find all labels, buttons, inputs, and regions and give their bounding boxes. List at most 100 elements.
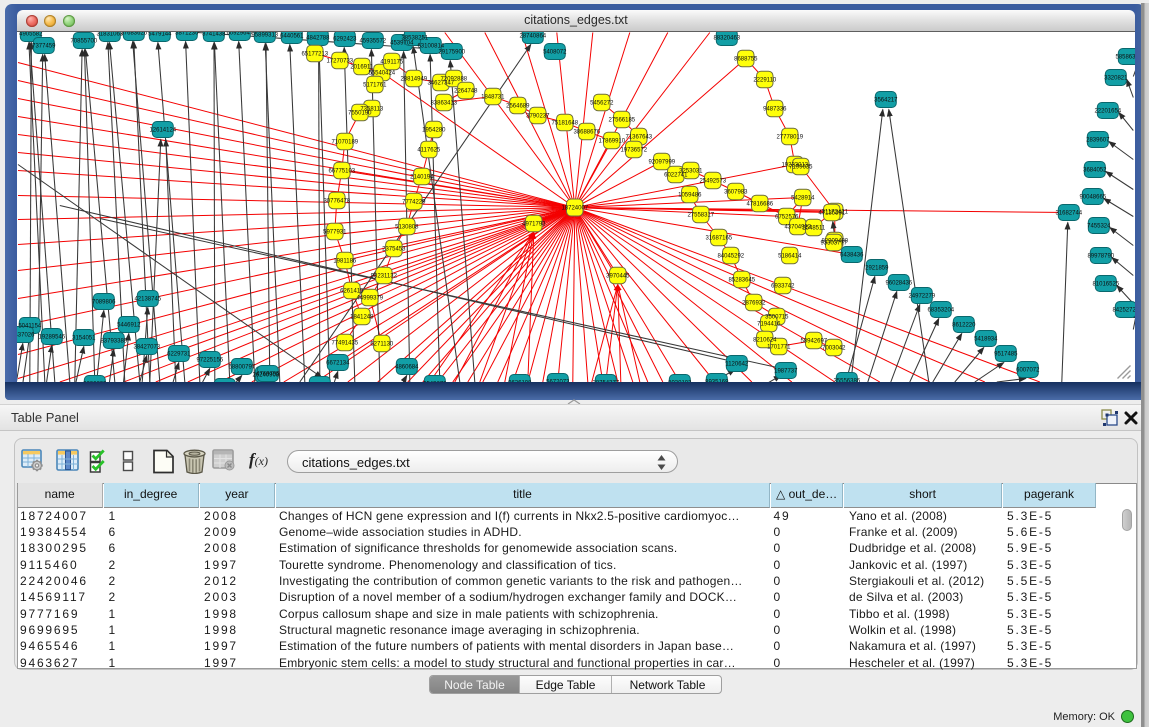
svg-text:7774229: 7774229 <box>402 199 426 205</box>
svg-text:2375453: 2375453 <box>382 246 406 252</box>
svg-text:47816686: 47816686 <box>747 201 774 207</box>
svg-text:55540424: 55540424 <box>369 70 396 76</box>
svg-text:30776478: 30776478 <box>324 198 351 204</box>
svg-text:2140194: 2140194 <box>410 174 434 180</box>
svg-text:9626108: 9626108 <box>508 380 532 382</box>
svg-text:66775103: 66775103 <box>329 168 356 174</box>
svg-text:4191175: 4191175 <box>381 59 405 65</box>
svg-text:3790237: 3790237 <box>526 113 550 119</box>
svg-text:5041154: 5041154 <box>19 323 43 329</box>
svg-text:3607983: 3607983 <box>724 189 748 195</box>
svg-text:7455324: 7455324 <box>1087 223 1111 229</box>
svg-text:3320821: 3320821 <box>1104 75 1128 81</box>
svg-text:5186414: 5186414 <box>778 253 802 259</box>
svg-text:90048665: 90048665 <box>1080 194 1107 200</box>
svg-text:42138745: 42138745 <box>135 296 162 302</box>
svg-text:17869910: 17869910 <box>599 138 626 144</box>
svg-text:1120642: 1120642 <box>726 361 750 367</box>
svg-text:8612220: 8612220 <box>952 322 976 328</box>
svg-text:68353204: 68353204 <box>928 307 955 313</box>
svg-text:2564689: 2564689 <box>506 103 530 109</box>
svg-text:1987737: 1987737 <box>774 368 798 374</box>
svg-text:6752576: 6752576 <box>775 214 799 220</box>
svg-text:1701771: 1701771 <box>767 344 791 350</box>
svg-text:81016525: 81016525 <box>1093 281 1120 287</box>
svg-text:7199635: 7199635 <box>789 164 813 170</box>
svg-text:27566185: 27566185 <box>609 117 636 123</box>
svg-text:28740864: 28740864 <box>520 33 547 39</box>
svg-text:38688676: 38688676 <box>574 129 601 135</box>
svg-text:12614124: 12614124 <box>150 127 177 133</box>
svg-text:5130808: 5130808 <box>395 224 419 230</box>
svg-text:1059486: 1059486 <box>678 192 702 198</box>
svg-text:4117625: 4117625 <box>418 147 442 153</box>
svg-text:31682744: 31682744 <box>1056 210 1083 216</box>
svg-text:1954280: 1954280 <box>422 127 446 133</box>
svg-text:45935572: 45935572 <box>360 38 387 44</box>
svg-text:22201654: 22201654 <box>1095 108 1122 114</box>
svg-text:4905582: 4905582 <box>19 32 43 38</box>
svg-text:27558317: 27558317 <box>688 212 715 218</box>
svg-text:6007072: 6007072 <box>1016 367 1040 373</box>
svg-text:28814949: 28814949 <box>401 76 428 82</box>
svg-text:9487336: 9487336 <box>763 106 787 112</box>
svg-text:5418934: 5418934 <box>974 336 998 342</box>
svg-text:2626229: 2626229 <box>83 381 107 382</box>
svg-text:65177213: 65177213 <box>302 51 329 57</box>
svg-text:85283645: 85283645 <box>729 277 756 283</box>
svg-text:2437026: 2437026 <box>17 332 35 338</box>
svg-text:57683626: 57683626 <box>121 32 148 37</box>
svg-text:19736572: 19736572 <box>621 147 648 153</box>
svg-text:97225156: 97225156 <box>197 357 224 363</box>
svg-text:6438436: 6438436 <box>840 252 864 258</box>
svg-text:60929647: 60929647 <box>227 32 254 37</box>
svg-text:6271130: 6271130 <box>371 341 395 347</box>
svg-text:6292423: 6292423 <box>333 36 357 42</box>
svg-text:2921859: 2921859 <box>865 265 889 271</box>
svg-text:77491435: 77491435 <box>332 340 359 346</box>
svg-text:7550190: 7550190 <box>348 110 372 116</box>
svg-text:7194416: 7194416 <box>757 321 781 327</box>
svg-text:8935169: 8935169 <box>705 379 729 382</box>
svg-text:6933742: 6933742 <box>771 283 795 289</box>
svg-text:92097999: 92097999 <box>649 159 676 165</box>
svg-text:5408072: 5408072 <box>543 49 567 55</box>
svg-text:3970445: 3970445 <box>606 273 630 279</box>
svg-text:71070189: 71070189 <box>332 139 359 145</box>
svg-text:19289546: 19289546 <box>39 334 66 340</box>
svg-text:3253031: 3253031 <box>679 168 703 174</box>
svg-text:89978790: 89978790 <box>1088 253 1115 259</box>
svg-text:2229110: 2229110 <box>754 77 778 83</box>
svg-text:24972279: 24972279 <box>909 293 936 299</box>
svg-text:4971793: 4971793 <box>522 221 546 227</box>
svg-text:93303777: 93303777 <box>821 240 848 246</box>
svg-text:6543670: 6543670 <box>423 381 447 382</box>
svg-text:5446912: 5446912 <box>117 322 141 328</box>
svg-text:4860684: 4860684 <box>395 364 419 370</box>
svg-text:68800797: 68800797 <box>229 364 256 370</box>
svg-text:72092888: 72092888 <box>441 76 468 82</box>
svg-text:2876932: 2876932 <box>742 300 766 306</box>
svg-text:84045292: 84045292 <box>718 253 745 259</box>
svg-text:96028436: 96028436 <box>886 280 913 286</box>
svg-text:6672134: 6672134 <box>326 360 350 366</box>
svg-text:8210624: 8210624 <box>753 337 777 343</box>
svg-text:2548511: 2548511 <box>803 225 827 231</box>
svg-text:38538251: 38538251 <box>402 35 429 41</box>
svg-text:38754377: 38754377 <box>593 380 620 382</box>
svg-text:5672073: 5672073 <box>546 379 570 382</box>
svg-text:5977931: 5977931 <box>323 229 347 235</box>
svg-text:1981186: 1981186 <box>334 258 358 264</box>
svg-text:25492573: 25492573 <box>700 178 727 184</box>
svg-text:1841248: 1841248 <box>350 314 374 320</box>
svg-text:71367643: 71367643 <box>626 134 653 140</box>
svg-text:58586340: 58586340 <box>1116 54 1135 60</box>
svg-text:3564217: 3564217 <box>874 97 898 103</box>
svg-text:4842788: 4842788 <box>306 35 330 41</box>
svg-text:3500715: 3500715 <box>765 314 789 320</box>
svg-text:6229731: 6229731 <box>167 351 191 357</box>
svg-text:5171761: 5171761 <box>363 82 387 88</box>
svg-text:18724007: 18724007 <box>562 205 589 211</box>
svg-text:83793389: 83793389 <box>101 338 128 344</box>
svg-text:84252722: 84252722 <box>1113 307 1135 313</box>
